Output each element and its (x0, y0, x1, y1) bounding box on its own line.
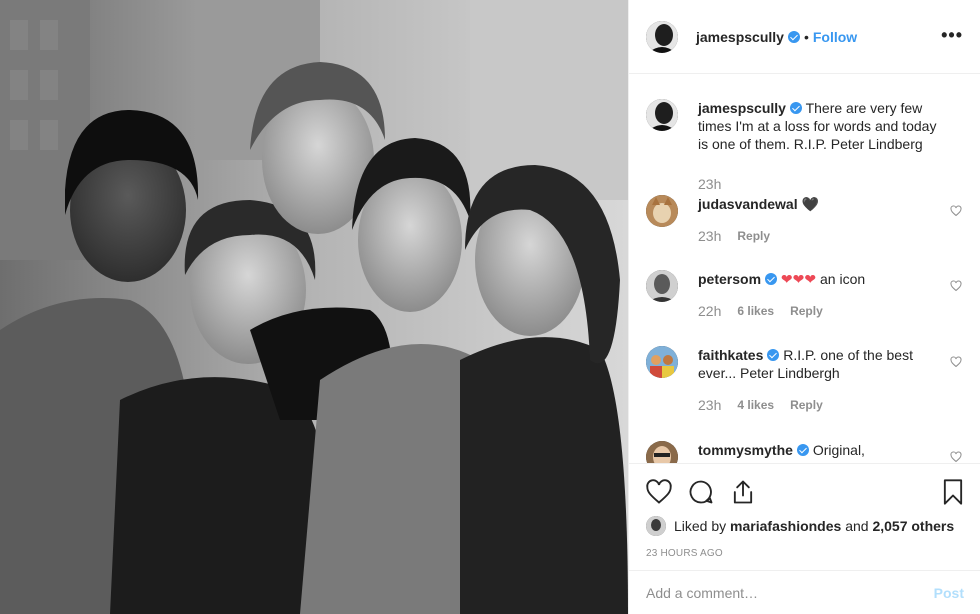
comment-likes[interactable]: 6 likes (737, 302, 774, 320)
comment-time[interactable]: 23h (698, 396, 721, 414)
post-photo-image (0, 0, 628, 614)
author-avatar[interactable] (646, 20, 678, 53)
post-actions: Liked by mariafashiondes and 2,057 other… (629, 463, 980, 567)
comment-likes[interactable]: 4 likes (737, 396, 774, 414)
caption-avatar[interactable] (646, 99, 678, 131)
commenter-avatar-image (646, 346, 678, 378)
comment-username[interactable]: judasvandewal (698, 196, 798, 212)
more-options-icon: ••• (941, 25, 963, 45)
commenter-avatar-image (646, 441, 678, 463)
add-comment-input[interactable] (646, 584, 934, 601)
like-comment-heart-icon[interactable] (950, 356, 962, 368)
reply-button[interactable]: Reply (790, 302, 823, 320)
comment-body: faithkates R.I.P. one of the best ever..… (698, 346, 948, 414)
commenter-avatar-image (646, 270, 678, 302)
caption-username[interactable]: jamespscully (698, 100, 786, 116)
verified-badge-icon (767, 349, 780, 361)
comment-bubble-icon[interactable] (687, 478, 715, 506)
like-comment-heart-icon[interactable] (950, 451, 962, 463)
liked-by-prefix: Liked by (674, 518, 731, 534)
liked-by-count[interactable]: 2,057 others (872, 518, 954, 534)
comment-username[interactable]: tommysmythe (698, 442, 793, 458)
comment-username[interactable]: petersom (698, 271, 761, 287)
comment-body: tommysmythe Original, (698, 441, 948, 459)
comment-meta: 23h 4 likes Reply (698, 396, 948, 414)
comment-text: 🖤 (801, 196, 819, 212)
like-comment-heart-icon[interactable] (950, 280, 962, 292)
follow-button[interactable]: Follow (813, 29, 857, 45)
share-upload-icon[interactable] (729, 478, 757, 506)
comment-text: an icon (820, 271, 866, 287)
commenter-avatar[interactable] (646, 195, 678, 227)
caption-meta: 23h (698, 175, 948, 193)
red-hearts-emoji: ❤❤❤ (780, 271, 817, 287)
commenter-avatar[interactable] (646, 346, 678, 378)
liked-by-user[interactable]: mariafashiondes (730, 518, 841, 534)
reply-button[interactable]: Reply (790, 396, 823, 414)
comments-list[interactable]: jamespscully There are very few times I'… (629, 75, 980, 463)
more-options-button[interactable]: ••• (941, 26, 963, 44)
like-comment-heart-icon[interactable] (950, 205, 962, 217)
like-heart-icon[interactable] (645, 478, 673, 506)
caption-body: jamespscully There are very few times I'… (698, 99, 948, 193)
comment-body: petersom ❤❤❤ an icon 22h 6 likes Reply (698, 270, 948, 320)
verified-badge-icon (787, 30, 800, 43)
reply-button[interactable]: Reply (737, 227, 770, 245)
post-side-panel: jamespscully • Follow ••• jamespscully T… (628, 0, 980, 614)
post-photo[interactable] (0, 0, 628, 614)
verified-badge-icon (789, 102, 802, 114)
liker-avatar[interactable] (646, 516, 666, 536)
bookmark-icon[interactable] (939, 478, 967, 506)
add-comment-bar: Post (629, 570, 980, 614)
commenter-avatar[interactable] (646, 270, 678, 302)
liked-by-middle: and (841, 518, 873, 534)
verified-badge-icon (765, 273, 778, 285)
caption-avatar-image (646, 99, 678, 131)
verified-badge-icon (796, 444, 809, 456)
author-avatar-image (646, 20, 678, 53)
comment-meta: 23h Reply (698, 227, 948, 245)
commenter-avatar-image (646, 195, 678, 227)
post-comment-button[interactable]: Post (934, 585, 964, 601)
liked-by-summary: Liked by mariafashiondes and 2,057 other… (646, 516, 954, 536)
post-header: jamespscully • Follow ••• (629, 0, 980, 74)
author-username[interactable]: jamespscully (696, 29, 784, 45)
comment-time[interactable]: 23h (698, 227, 721, 245)
header-separator: • (803, 28, 809, 45)
comment-username[interactable]: faithkates (698, 347, 763, 363)
caption-time[interactable]: 23h (698, 175, 721, 193)
comment-body: judasvandewal 🖤 23h Reply (698, 195, 948, 245)
commenter-avatar[interactable] (646, 441, 678, 463)
comment-meta: 22h 6 likes Reply (698, 302, 948, 320)
post-timestamp[interactable]: 23 HOURS AGO (646, 548, 723, 559)
liker-avatar-image (646, 516, 666, 536)
comment-text: Original, (812, 442, 865, 458)
comment-time[interactable]: 22h (698, 302, 721, 320)
